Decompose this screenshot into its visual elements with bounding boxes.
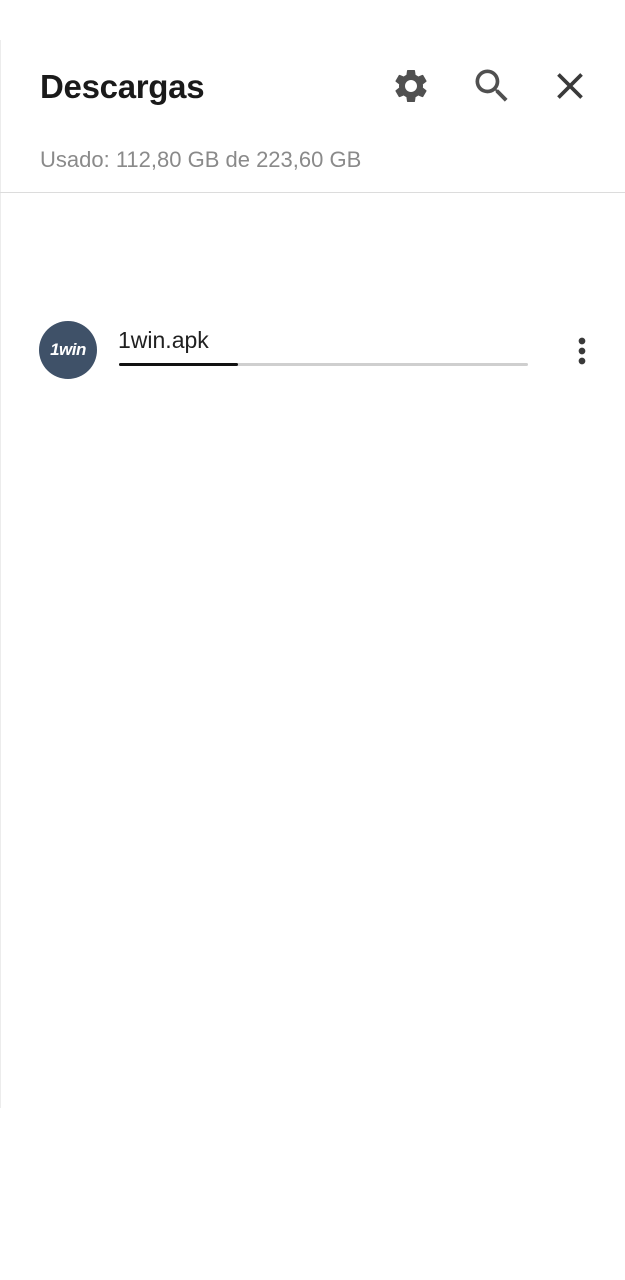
search-button[interactable] bbox=[470, 64, 514, 108]
download-progress-bar bbox=[119, 363, 528, 366]
more-vert-icon bbox=[578, 337, 586, 365]
file-avatar: 1win bbox=[39, 321, 97, 379]
downloads-screen: Descargas Usado: 112,80 GB de 223,60 GB … bbox=[0, 0, 625, 1280]
file-name: 1win.apk bbox=[118, 327, 209, 353]
page-title: Descargas bbox=[40, 68, 205, 105]
panel-edge-divider bbox=[0, 40, 1, 1108]
download-progress-fill bbox=[119, 363, 238, 366]
close-button[interactable] bbox=[548, 64, 592, 108]
search-icon bbox=[475, 69, 508, 102]
gear-icon bbox=[395, 69, 427, 102]
storage-usage-text: Usado: 112,80 GB de 223,60 GB bbox=[40, 147, 362, 172]
header: Descargas Usado: 112,80 GB de 223,60 GB bbox=[0, 40, 625, 193]
more-options-button[interactable] bbox=[562, 329, 602, 373]
avatar-logo-text: 1win bbox=[50, 340, 86, 359]
close-icon bbox=[557, 73, 583, 99]
download-item[interactable]: 1win 1win.apk bbox=[0, 315, 625, 385]
settings-button[interactable] bbox=[389, 64, 433, 108]
